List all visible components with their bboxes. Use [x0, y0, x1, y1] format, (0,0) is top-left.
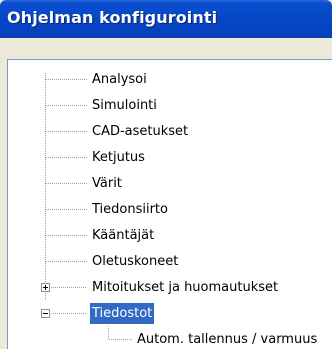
- tree-lines: [45, 73, 132, 340]
- tree-item-analysoi[interactable]: Analysoi: [90, 69, 149, 90]
- tree-item-mitoitukset[interactable]: Mitoitukset ja huomautukset: [90, 277, 280, 298]
- tree-item-varit[interactable]: Värit: [90, 173, 124, 194]
- tree-item-tiedostot[interactable]: Tiedostot: [90, 303, 155, 324]
- plus-box-icon[interactable]: [41, 283, 50, 292]
- tree-item-simulointi[interactable]: Simulointi: [90, 95, 159, 116]
- tree-item-tiedonsiirto[interactable]: Tiedonsiirto: [90, 199, 170, 220]
- tree-item-kaantajat[interactable]: Kääntäjät: [90, 225, 156, 246]
- minus-box-icon[interactable]: [41, 309, 50, 318]
- tree-item-autom-tallennus[interactable]: Autom. tallennus / varmuus: [135, 329, 319, 349]
- window-title: Ohjelman konfigurointi: [7, 8, 218, 27]
- tree-item-cad-asetukset[interactable]: CAD-asetukset: [90, 121, 190, 142]
- tree-item-oletuskoneet[interactable]: Oletuskoneet: [90, 251, 180, 272]
- configuration-window: Ohjelman konfigurointi Analysoi Simuloin…: [0, 0, 332, 349]
- title-bar[interactable]: Ohjelman konfigurointi: [0, 0, 332, 38]
- settings-tree[interactable]: Analysoi Simulointi CAD-asetukset Ketjut…: [7, 59, 332, 349]
- tree-item-ketjutus[interactable]: Ketjutus: [90, 147, 147, 168]
